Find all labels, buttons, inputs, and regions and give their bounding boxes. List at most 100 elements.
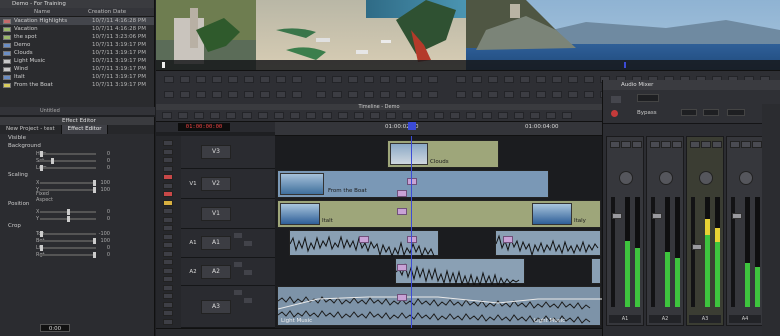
track-control[interactable] bbox=[244, 241, 252, 246]
pan-knob[interactable] bbox=[739, 171, 753, 185]
transport-button[interactable] bbox=[456, 91, 466, 98]
timeline-tool-button[interactable] bbox=[258, 112, 268, 119]
timeline-tool-button[interactable] bbox=[322, 112, 332, 119]
pan-knob[interactable] bbox=[699, 171, 713, 185]
clip-audio-a1-1[interactable] bbox=[289, 230, 439, 257]
bin-col-date[interactable]: Creation Date bbox=[88, 8, 154, 16]
param-value[interactable]: 100 bbox=[96, 187, 112, 193]
timeline-tool-button[interactable] bbox=[226, 112, 236, 119]
bin-item[interactable]: Clouds 10/7/11 3:19:17 PM bbox=[0, 49, 154, 57]
slider-knob[interactable] bbox=[66, 215, 70, 222]
param-slider[interactable] bbox=[40, 244, 96, 251]
clip-clouds[interactable]: Clouds bbox=[387, 140, 499, 168]
param-value[interactable]: 100 bbox=[96, 180, 112, 186]
param-value[interactable]: -100 bbox=[96, 231, 112, 237]
timeline-ruler[interactable]: 01:00:02:00 01:00:04:00 bbox=[275, 122, 602, 136]
track-patch[interactable]: V1 bbox=[187, 178, 199, 190]
record-icon[interactable] bbox=[611, 110, 618, 117]
effect-marker[interactable] bbox=[397, 190, 407, 197]
track-patch[interactable]: A1 bbox=[187, 237, 199, 249]
slider-knob[interactable] bbox=[50, 157, 54, 164]
tool-button[interactable] bbox=[163, 199, 173, 206]
slider-knob[interactable] bbox=[93, 251, 96, 258]
effect-marker[interactable] bbox=[397, 294, 407, 301]
effect-timecode[interactable]: 0:00 bbox=[40, 324, 70, 332]
bin-item[interactable]: the spot 10/7/11 3:23:06 PM bbox=[0, 33, 154, 41]
timeline-tool-button[interactable] bbox=[338, 112, 348, 119]
param-slider[interactable] bbox=[40, 237, 96, 244]
transport-button[interactable] bbox=[332, 91, 342, 98]
param-slider[interactable] bbox=[40, 164, 96, 171]
param-slider[interactable] bbox=[40, 251, 96, 258]
clip-audio-a2[interactable] bbox=[395, 258, 525, 285]
param-slider[interactable] bbox=[40, 157, 96, 164]
param-value[interactable]: 0 bbox=[96, 245, 112, 251]
transport-button[interactable] bbox=[164, 76, 174, 83]
param-slider[interactable] bbox=[40, 179, 96, 186]
tool-button[interactable] bbox=[163, 293, 173, 299]
clip-italy[interactable]: Italt Italy bbox=[277, 200, 601, 228]
transport-button[interactable] bbox=[364, 91, 374, 98]
timeline-tool-button[interactable] bbox=[386, 112, 396, 119]
transport-button[interactable] bbox=[212, 91, 222, 98]
transport-button[interactable] bbox=[396, 76, 406, 83]
transport-button[interactable] bbox=[472, 91, 482, 98]
param-value[interactable]: 100 bbox=[96, 238, 112, 244]
tool-button[interactable] bbox=[163, 216, 173, 223]
timeline-tool-button[interactable] bbox=[466, 112, 476, 119]
track-patch[interactable] bbox=[187, 208, 199, 220]
param-value[interactable]: 0 bbox=[96, 151, 112, 157]
transport-button[interactable] bbox=[380, 76, 390, 83]
transport-button[interactable] bbox=[164, 91, 174, 98]
param-value[interactable]: 0 bbox=[96, 158, 112, 164]
param-value[interactable]: 0 bbox=[96, 209, 112, 215]
transport-button[interactable] bbox=[568, 91, 578, 98]
transport-button[interactable] bbox=[212, 76, 222, 83]
fader-handle[interactable] bbox=[732, 212, 742, 219]
tool-button[interactable] bbox=[163, 233, 173, 240]
track-name[interactable]: V3 bbox=[201, 145, 231, 159]
tool-button[interactable] bbox=[163, 182, 173, 189]
timeline-tool-button[interactable] bbox=[242, 112, 252, 119]
transport-button[interactable] bbox=[380, 91, 390, 98]
playhead-handle[interactable] bbox=[408, 122, 416, 130]
transport-button[interactable] bbox=[276, 91, 286, 98]
slider-knob[interactable] bbox=[93, 186, 96, 193]
track-name[interactable]: V2 bbox=[201, 176, 231, 191]
slider-knob[interactable] bbox=[40, 230, 43, 237]
bin-item[interactable]: Demo 10/7/11 3:19:17 PM bbox=[0, 41, 154, 49]
timeline-tool-button[interactable] bbox=[450, 112, 460, 119]
strip-button[interactable] bbox=[610, 141, 620, 148]
timeline-tracks[interactable]: Clouds From the Boat Italt Italy Light M… bbox=[275, 136, 602, 328]
bin-item[interactable]: Vacation 10/7/11 4:16:28 PM bbox=[0, 25, 154, 33]
track-name[interactable]: A3 bbox=[201, 299, 231, 314]
timeline-tool-button[interactable] bbox=[498, 112, 508, 119]
transport-button[interactable] bbox=[348, 91, 358, 98]
timeline-tool-button[interactable] bbox=[482, 112, 492, 119]
transport-button[interactable] bbox=[316, 91, 326, 98]
timeline-tool-button[interactable] bbox=[210, 112, 220, 119]
timeline-tool-button[interactable] bbox=[514, 112, 524, 119]
transport-button[interactable] bbox=[348, 76, 358, 83]
transport-button[interactable] bbox=[504, 91, 514, 98]
timeline-tool-button[interactable] bbox=[306, 112, 316, 119]
param-slider[interactable] bbox=[40, 230, 96, 237]
track-control[interactable] bbox=[234, 290, 242, 295]
mixer-field-3[interactable] bbox=[727, 109, 745, 116]
effect-section[interactable]: Background bbox=[0, 142, 154, 150]
transport-button[interactable] bbox=[316, 76, 326, 83]
transport-button[interactable] bbox=[244, 76, 254, 83]
effect-section[interactable]: Crop bbox=[0, 222, 154, 230]
transport-button[interactable] bbox=[536, 91, 546, 98]
param-slider[interactable] bbox=[40, 208, 96, 215]
transport-button[interactable] bbox=[552, 91, 562, 98]
transport-button[interactable] bbox=[428, 76, 438, 83]
bin-item[interactable]: Light Music 10/7/11 3:19:17 PM bbox=[0, 57, 154, 65]
tool-button[interactable] bbox=[163, 276, 173, 282]
effect-marker[interactable] bbox=[397, 208, 407, 215]
transport-button[interactable] bbox=[412, 91, 422, 98]
timeline-tool-button[interactable] bbox=[162, 112, 172, 119]
timeline-tool-button[interactable] bbox=[354, 112, 364, 119]
transport-button[interactable] bbox=[584, 91, 594, 98]
transport-button[interactable] bbox=[412, 76, 422, 83]
